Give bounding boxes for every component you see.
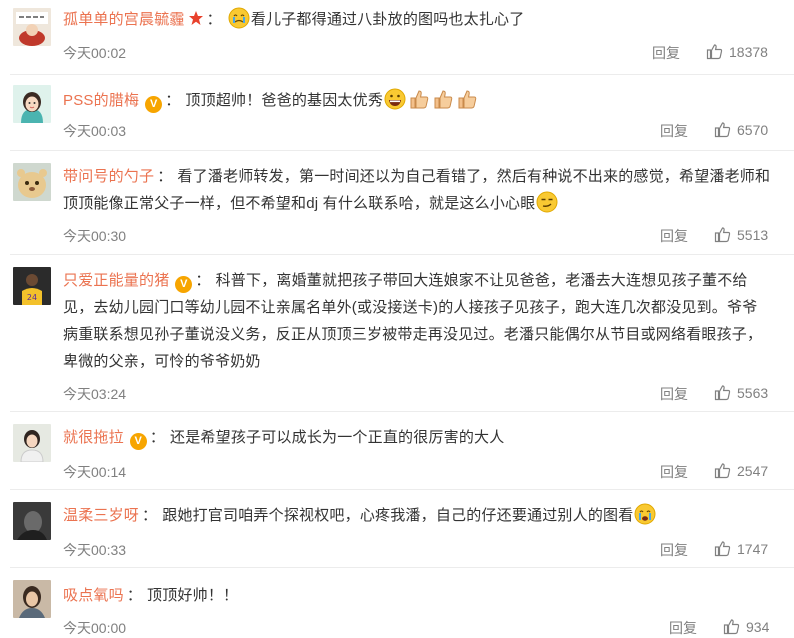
grinning-face-emoji-icon [384, 88, 406, 110]
avatar[interactable] [13, 580, 51, 618]
like-button[interactable]: 18378 [706, 43, 768, 60]
like-count: 6570 [737, 121, 769, 138]
reply-button[interactable]: 回复 [660, 121, 688, 141]
like-button[interactable]: 934 [723, 618, 769, 635]
comment-item: 孤单单的宫晨毓霾：看儿子都得通过八卦放的图吗也太扎心了 今天00:02 回复 1… [0, 0, 794, 75]
like-button[interactable]: 1747 [714, 540, 768, 557]
username[interactable]: 只爱正能量的猪 [63, 272, 169, 289]
thumbs-up-icon [706, 44, 723, 60]
like-count: 2547 [737, 462, 769, 479]
comment-time: 今天00:00 [63, 620, 127, 636]
reply-button[interactable]: 回复 [669, 618, 697, 638]
reply-button[interactable]: 回复 [660, 540, 688, 560]
comment-time: 今天00:03 [63, 123, 127, 139]
thumbs-up-icon [714, 385, 731, 401]
verified-badge-icon: V [145, 96, 163, 113]
comment-text: 顶顶好帅！！ [147, 587, 239, 604]
thumbs-up-emoji-icon [456, 88, 478, 110]
thumbs-up-icon [714, 227, 731, 243]
comment-content: 只爱正能量的猪 V：科普下，离婚董就把孩子带回大连娘家不让见爸爸，老潘去大连想见孩… [63, 272, 763, 370]
comment-content: PSS的腊梅 V：顶顶超帅！爸爸的基因太优秀 [63, 87, 772, 114]
avatar[interactable] [13, 163, 51, 201]
avatar[interactable] [13, 424, 51, 462]
like-count: 1747 [737, 540, 769, 557]
thumbs-up-icon [714, 541, 731, 557]
username[interactable]: 吸点氧吗 [63, 587, 124, 604]
like-button[interactable]: 5513 [714, 226, 768, 243]
reply-button[interactable]: 回复 [660, 226, 688, 246]
comment-item: 24 只爱正能量的猪 V：科普下，离婚董就把孩子带回大连娘家不让见爸爸，老潘去大连… [0, 255, 794, 412]
crying-face-emoji-icon [228, 7, 250, 29]
like-count: 934 [746, 618, 770, 635]
crying-face-emoji-icon [634, 503, 656, 525]
like-count: 18378 [729, 43, 768, 60]
username[interactable]: 孤单单的宫晨毓霾 [63, 11, 185, 28]
comment-item: 就很拖拉 V：还是希望孩子可以成长为一个正直的很厉害的大人 今天00:14 回复 … [0, 412, 794, 490]
verified-badge-icon: V [175, 276, 193, 293]
comment-text: 看儿子都得通过八卦放的图吗也太扎心了 [250, 11, 525, 28]
avatar[interactable] [13, 8, 51, 46]
comment-item: PSS的腊梅 V：顶顶超帅！爸爸的基因太优秀 今天00:03 回复 6570 [0, 75, 794, 151]
comment-item: 吸点氧吗：顶顶好帅！！ 今天00:00 回复 934 [0, 568, 794, 638]
thumbs-up-icon [714, 122, 731, 138]
username[interactable]: 就很拖拉 [63, 429, 124, 446]
star-badge-icon [188, 8, 204, 25]
avatar[interactable]: 24 [13, 267, 51, 305]
comment-time: 今天00:30 [63, 228, 127, 244]
comment-text: 顶顶超帅！爸爸的基因太优秀 [185, 92, 384, 109]
username[interactable]: 带问号的勺子 [63, 168, 154, 185]
comment-item: 温柔三岁呀：跟她打官司咱弄个探视权吧，心疼我潘，自己的仔还要通过别人的图看 今天… [0, 490, 794, 568]
like-button[interactable]: 2547 [714, 462, 768, 479]
svg-text:24: 24 [27, 293, 37, 302]
thumbs-up-emoji-icon [432, 88, 454, 110]
comment-time: 今天00:14 [63, 464, 127, 480]
comment-text: 还是希望孩子可以成长为一个正直的很厉害的大人 [170, 429, 505, 446]
like-count: 5513 [737, 226, 769, 243]
username[interactable]: PSS的腊梅 [63, 92, 139, 109]
comment-text: 跟她打官司咱弄个探视权吧，心疼我潘，自己的仔还要通过别人的图看 [162, 507, 634, 524]
thumbs-up-icon [714, 463, 731, 479]
comment-time: 今天03:24 [63, 386, 127, 402]
comment-item: 带问号的勺子：看了潘老师转发，第一时间还以为自己看错了，然后有种说不出来的感觉，… [0, 151, 794, 255]
comment-time: 今天00:02 [63, 45, 127, 61]
avatar[interactable] [13, 502, 51, 540]
comment-content: 就很拖拉 V：还是希望孩子可以成长为一个正直的很厉害的大人 [63, 424, 772, 451]
comment-content: 温柔三岁呀：跟她打官司咱弄个探视权吧，心疼我潘，自己的仔还要通过别人的图看 [63, 502, 772, 529]
reply-button[interactable]: 回复 [660, 462, 688, 482]
like-count: 5563 [737, 384, 769, 401]
reply-button[interactable]: 回复 [652, 43, 680, 63]
comment-content: 带问号的勺子：看了潘老师转发，第一时间还以为自己看错了，然后有种说不出来的感觉，… [63, 168, 771, 213]
verified-badge-icon: V [129, 433, 147, 450]
like-button[interactable]: 5563 [714, 384, 768, 401]
comment-content: 孤单单的宫晨毓霾：看儿子都得通过八卦放的图吗也太扎心了 [63, 6, 772, 33]
thumbs-up-icon [723, 619, 740, 635]
thumbs-up-emoji-icon [408, 88, 430, 110]
username[interactable]: 温柔三岁呀 [63, 507, 139, 524]
smirk-face-emoji-icon [536, 191, 558, 213]
like-button[interactable]: 6570 [714, 121, 768, 138]
comment-time: 今天00:33 [63, 542, 127, 558]
avatar[interactable] [13, 85, 51, 123]
comment-content: 吸点氧吗：顶顶好帅！！ [63, 587, 239, 604]
reply-button[interactable]: 回复 [660, 384, 688, 404]
